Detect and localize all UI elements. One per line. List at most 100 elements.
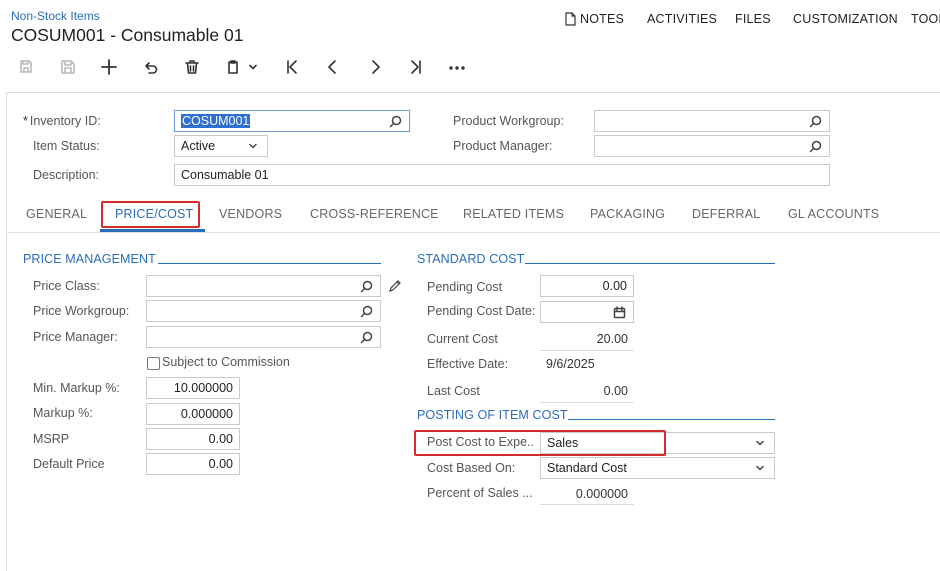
- tools-menu[interactable]: TOOL: [911, 12, 940, 26]
- undo-button[interactable]: [138, 56, 162, 78]
- subject-to-commission-checkbox[interactable]: [147, 357, 160, 370]
- tab-divider: [6, 232, 940, 233]
- customization-menu[interactable]: CUSTOMIZATION: [793, 12, 898, 26]
- tab-gl-accounts[interactable]: GL ACCOUNTS: [788, 207, 879, 221]
- default-price-label: Default Price: [33, 457, 105, 471]
- percent-of-sales-value: 0.000000: [575, 487, 628, 501]
- active-tab-indicator: [100, 229, 205, 232]
- product-manager-label: Product Manager:: [453, 139, 553, 153]
- breadcrumb[interactable]: Non-Stock Items: [11, 9, 100, 23]
- activities-menu[interactable]: ACTIVITIES: [647, 12, 717, 26]
- search-icon[interactable]: [387, 113, 403, 129]
- item-status-value: Active: [181, 139, 216, 153]
- last-cost-value: 0.00: [603, 384, 628, 398]
- product-workgroup-field[interactable]: [594, 110, 830, 132]
- search-icon[interactable]: [358, 303, 374, 319]
- markup-field[interactable]: 0.000000: [146, 403, 240, 425]
- inventory-id-label: * Inventory ID:: [23, 114, 101, 128]
- price-workgroup-label: Price Workgroup:: [33, 304, 130, 318]
- pending-cost-date-field[interactable]: [540, 301, 634, 323]
- item-status-select[interactable]: Active: [174, 135, 268, 157]
- chevron-down-icon: [752, 460, 768, 476]
- inventory-id-value: COSUM001: [181, 114, 251, 128]
- inventory-id-field[interactable]: COSUM001: [174, 110, 410, 132]
- min-markup-value: 10.000000: [173, 381, 233, 395]
- more-actions-button[interactable]: [445, 56, 469, 78]
- pending-cost-field[interactable]: 0.00: [540, 275, 634, 297]
- chevron-down-icon: [249, 64, 257, 70]
- markup-label: Markup %:: [33, 406, 93, 420]
- percent-of-sales-label: Percent of Sales ...: [427, 486, 533, 500]
- plus-icon: [101, 59, 117, 75]
- files-menu[interactable]: FILES: [735, 12, 771, 26]
- notes-label: NOTES: [580, 12, 625, 26]
- tab-price-cost[interactable]: PRICE/COST: [115, 207, 193, 221]
- previous-record-button[interactable]: [321, 56, 345, 78]
- default-price-field[interactable]: 0.00: [146, 453, 240, 475]
- tab-general[interactable]: GENERAL: [26, 207, 87, 221]
- default-price-value: 0.00: [208, 457, 233, 471]
- trash-icon: [185, 60, 199, 74]
- current-cost-value: 20.00: [596, 332, 628, 346]
- save-and-close-button[interactable]: [14, 56, 38, 78]
- search-icon[interactable]: [358, 278, 374, 294]
- pending-cost-label: Pending Cost: [427, 280, 503, 294]
- ellipsis-icon: [449, 66, 465, 70]
- cost-based-on-value: Standard Cost: [547, 461, 627, 475]
- product-workgroup-label: Product Workgroup:: [453, 114, 564, 128]
- min-markup-field[interactable]: 10.000000: [146, 377, 240, 399]
- inventory-id-label-text: Inventory ID:: [29, 114, 101, 128]
- effective-date-label: Effective Date:: [427, 357, 509, 371]
- readonly-underline: [540, 504, 634, 505]
- save-button[interactable]: [56, 56, 80, 78]
- cost-based-on-label: Cost Based On:: [427, 461, 516, 475]
- search-icon[interactable]: [358, 329, 374, 345]
- search-icon[interactable]: [807, 113, 823, 129]
- price-class-field[interactable]: [146, 275, 381, 297]
- last-record-button[interactable]: [404, 56, 428, 78]
- last-icon: [411, 60, 421, 74]
- pending-cost-date-label: Pending Cost Date:: [427, 304, 536, 318]
- first-record-button[interactable]: [280, 56, 304, 78]
- post-cost-to-expense-label: Post Cost to Expe...: [427, 435, 535, 449]
- tab-packaging[interactable]: PACKAGING: [590, 207, 665, 221]
- tab-deferral[interactable]: DEFERRAL: [692, 207, 760, 221]
- price-workgroup-field[interactable]: [146, 300, 381, 322]
- next-record-button[interactable]: [363, 56, 387, 78]
- description-field[interactable]: Consumable 01: [174, 164, 830, 186]
- edit-pencil-icon[interactable]: [388, 279, 402, 293]
- msrp-field[interactable]: 0.00: [146, 428, 240, 450]
- tab-vendors[interactable]: VENDORS: [219, 207, 282, 221]
- current-cost-label: Current Cost: [427, 332, 498, 346]
- delete-button[interactable]: [180, 56, 204, 78]
- pending-cost-value: 0.00: [602, 279, 627, 293]
- section-rule: [568, 419, 775, 420]
- readonly-underline: [540, 402, 634, 403]
- effective-date-value: 9/6/2025: [546, 357, 595, 371]
- standard-cost-header: STANDARD COST: [417, 252, 525, 266]
- price-manager-label: Price Manager:: [33, 330, 118, 344]
- required-marker: *: [23, 114, 28, 128]
- product-manager-field[interactable]: [594, 135, 830, 157]
- post-cost-to-expense-value: Sales: [547, 436, 579, 450]
- notes-menu[interactable]: NOTES: [564, 12, 624, 26]
- chevron-left-icon: [328, 60, 336, 74]
- description-value: Consumable 01: [181, 168, 269, 182]
- price-manager-field[interactable]: [146, 326, 381, 348]
- save-icon: [61, 60, 75, 74]
- last-cost-label: Last Cost: [427, 384, 480, 398]
- tab-cross-reference[interactable]: CROSS-REFERENCE: [310, 207, 439, 221]
- chevron-down-icon: [752, 435, 768, 451]
- page-title: COSUM001 - Consumable 01: [11, 25, 244, 45]
- save-close-icon: [20, 60, 32, 73]
- cost-based-on-select[interactable]: Standard Cost: [540, 457, 775, 479]
- chevron-right-icon: [372, 60, 380, 74]
- search-icon[interactable]: [807, 138, 823, 154]
- tab-related-items[interactable]: RELATED ITEMS: [463, 207, 564, 221]
- section-rule: [158, 263, 381, 264]
- clipboard-icon: [228, 60, 238, 74]
- calendar-icon[interactable]: [611, 304, 627, 320]
- copy-paste-button[interactable]: [222, 56, 262, 78]
- post-cost-to-expense-select[interactable]: Sales: [540, 432, 775, 454]
- add-button[interactable]: [97, 56, 121, 78]
